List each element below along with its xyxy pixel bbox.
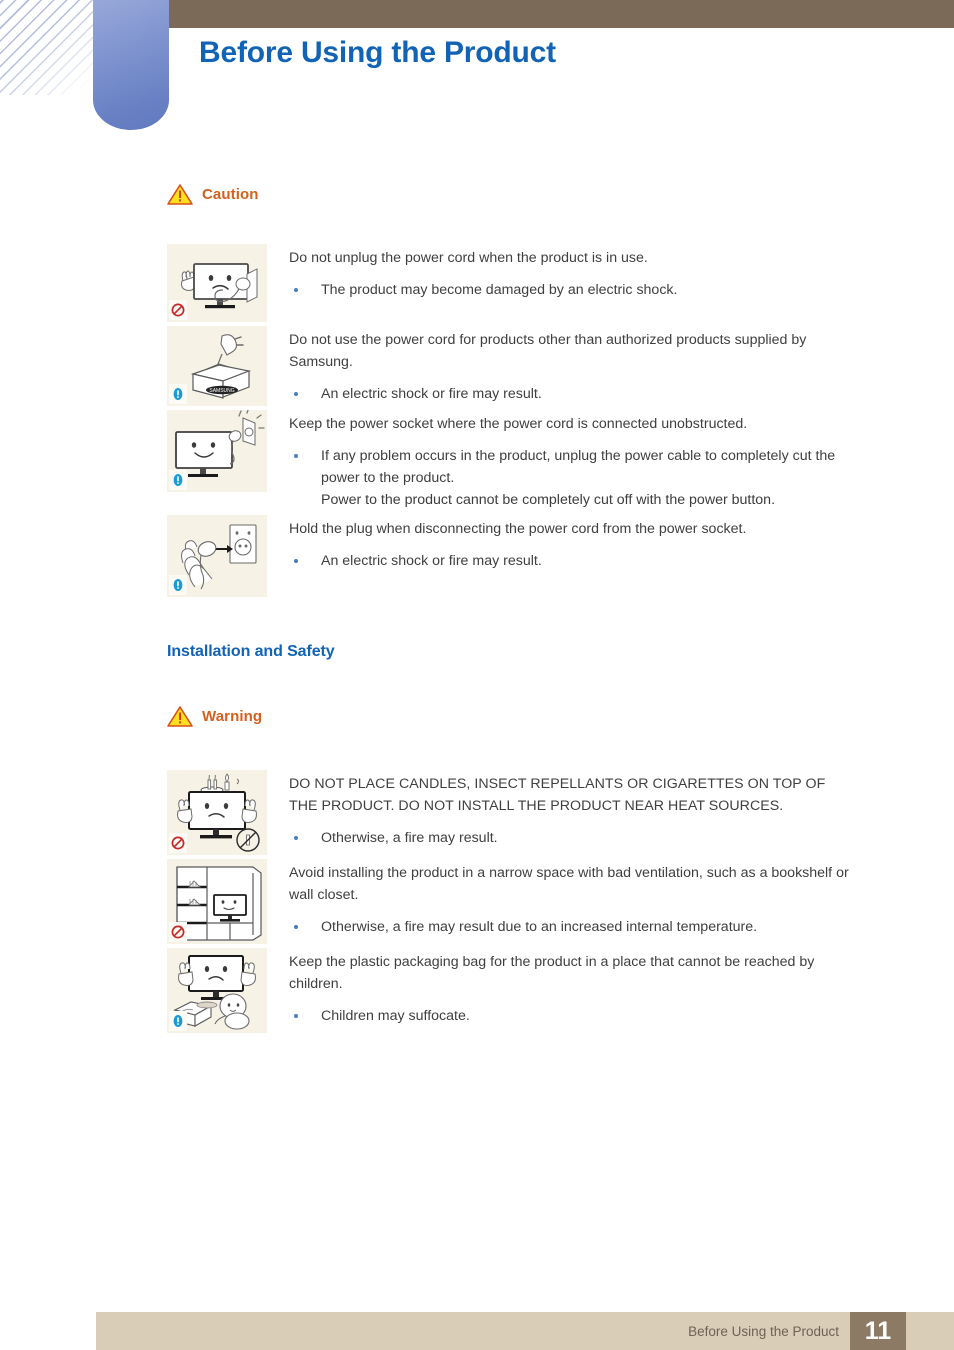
bullet-item: Otherwise, a fire may result. xyxy=(289,827,854,849)
blue-chapter-tab xyxy=(93,0,169,130)
safety-item-extra-line: Power to the product cannot be completel… xyxy=(321,492,776,508)
bullet-item: Children may suffocate. xyxy=(289,1005,854,1027)
safety-item-bullets: An electric shock or fire may result. xyxy=(289,383,954,405)
page-content: Caution Do not unplug the power cord whe… xyxy=(0,135,954,1037)
warning-triangle-icon xyxy=(167,183,193,206)
prohibited-badge xyxy=(169,833,187,853)
safety-item-bullets: The product may become damaged by an ele… xyxy=(289,279,954,301)
monitor-accessible-socket-illustration xyxy=(167,410,267,492)
info-badge xyxy=(169,1011,187,1031)
page-number: 11 xyxy=(864,1316,892,1345)
safety-item-lead: Avoid installing the product in a narrow… xyxy=(289,865,849,903)
safety-item-text: Keep the power socket where the power co… xyxy=(267,410,954,511)
monitor-unplug-cord-illustration xyxy=(167,244,267,322)
safety-item-bullets: Otherwise, a fire may result due to an i… xyxy=(289,916,954,938)
safety-item-lead: DO NOT PLACE CANDLES, INSECT REPELLANTS … xyxy=(289,776,826,814)
prohibited-badge xyxy=(169,300,187,320)
safety-item-lead: Do not use the power cord for products o… xyxy=(289,332,807,370)
info-badge xyxy=(169,575,187,595)
bullet-item: An electric shock or fire may result. xyxy=(289,383,854,405)
footer-chapter-label: Before Using the Product xyxy=(688,1324,839,1339)
notice-heading-warning: Warning xyxy=(167,705,954,728)
safety-item: Keep the power socket where the power co… xyxy=(167,410,954,511)
safety-item-lead: Do not unplug the power cord when the pr… xyxy=(289,250,648,266)
page-title: Before Using the Product xyxy=(199,36,556,69)
safety-item-lead: Keep the power socket where the power co… xyxy=(289,416,748,432)
safety-item-bullets: If any problem occurs in the product, un… xyxy=(289,445,954,489)
page-number-box: 11 xyxy=(850,1312,906,1350)
bullet-item: Otherwise, a fire may result due to an i… xyxy=(289,916,854,938)
prohibited-badge xyxy=(169,922,187,942)
hatch-fade-overlay xyxy=(0,0,100,95)
safety-item-bullets: Otherwise, a fire may result. xyxy=(289,827,954,849)
plug-into-samsung-box-illustration: SAMSUNG xyxy=(167,326,267,406)
bullet-item: An electric shock or fire may result. xyxy=(289,550,854,572)
safety-item-text: Do not unplug the power cord when the pr… xyxy=(267,244,954,301)
safety-item-text: Keep the plastic packaging bag for the p… xyxy=(267,948,954,1027)
safety-item: Do not unplug the power cord when the pr… xyxy=(167,244,954,322)
warning-triangle-icon xyxy=(167,705,193,728)
safety-item-lead: Keep the plastic packaging bag for the p… xyxy=(289,954,815,992)
brown-header-bar xyxy=(169,0,954,28)
section-heading-installation-and-safety: Installation and Safety xyxy=(167,643,335,660)
notice-heading-caution: Caution xyxy=(167,183,954,206)
safety-item-lead: Hold the plug when disconnecting the pow… xyxy=(289,521,747,537)
hand-holding-plug-illustration xyxy=(167,515,267,597)
safety-item: Keep the plastic packaging bag for the p… xyxy=(167,948,954,1033)
safety-item-bullets: An electric shock or fire may result. xyxy=(289,550,954,572)
bullet-item: If any problem occurs in the product, un… xyxy=(289,445,854,489)
candles-on-monitor-illustration xyxy=(167,770,267,855)
notice-label: Warning xyxy=(202,708,263,725)
monitor-in-bookshelf-illustration xyxy=(167,859,267,944)
safety-item: SAMSUNG Do not use the power cord for pr… xyxy=(167,326,954,406)
page-header: Before Using the Product xyxy=(0,0,954,135)
safety-item: Hold the plug when disconnecting the pow… xyxy=(167,515,954,597)
info-badge xyxy=(169,384,187,404)
info-badge xyxy=(169,470,187,490)
child-with-packaging-bag-illustration xyxy=(167,948,267,1033)
safety-item: Avoid installing the product in a narrow… xyxy=(167,859,954,944)
safety-item-text: DO NOT PLACE CANDLES, INSECT REPELLANTS … xyxy=(267,770,954,849)
notice-label: Caution xyxy=(202,186,259,203)
safety-item-text: Hold the plug when disconnecting the pow… xyxy=(267,515,954,572)
safety-item-text: Avoid installing the product in a narrow… xyxy=(267,859,954,938)
svg-text:SAMSUNG: SAMSUNG xyxy=(209,388,234,394)
safety-item-text: Do not use the power cord for products o… xyxy=(267,326,954,405)
bullet-item: The product may become damaged by an ele… xyxy=(289,279,854,301)
safety-item: DO NOT PLACE CANDLES, INSECT REPELLANTS … xyxy=(167,770,954,855)
page-footer: Before Using the Product 11 xyxy=(0,1304,954,1350)
safety-item-bullets: Children may suffocate. xyxy=(289,1005,954,1027)
